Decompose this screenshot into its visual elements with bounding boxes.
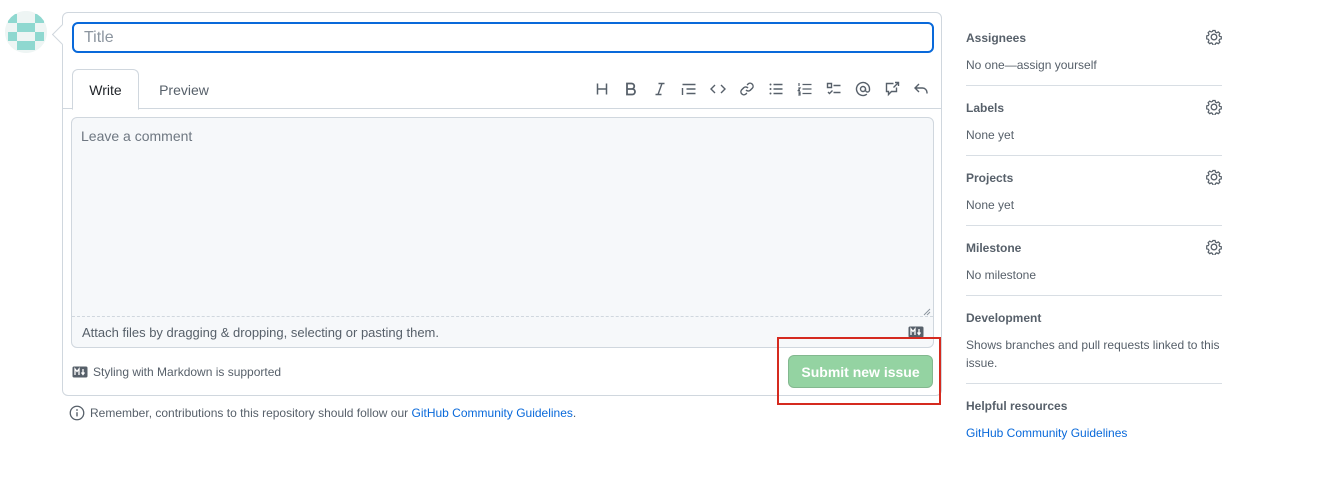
ordered-list-icon[interactable] [790,77,819,101]
gear-icon[interactable] [1206,169,1222,185]
avatar[interactable] [5,11,47,53]
guideline-suffix: . [572,406,577,420]
sidebar-labels: Labels None yet [966,86,1222,156]
submit-new-issue-button[interactable]: Submit new issue [788,355,933,388]
quote-icon[interactable] [674,77,703,101]
title-input[interactable] [72,22,934,53]
sidebar-projects: Projects None yet [966,156,1222,226]
issue-sidebar: Assignees No one—assign yourself Labels … [966,26,1222,453]
gear-icon[interactable] [1206,99,1222,115]
comment-box: Attach files by dragging & dropping, sel… [71,117,934,348]
tab-write[interactable]: Write [72,69,139,110]
code-icon[interactable] [703,77,732,101]
sidebar-development: Development Shows branches and pull requ… [966,296,1222,384]
markdown-toolbar [587,77,935,101]
milestone-value: No milestone [966,268,1037,282]
markdown-note-text: Styling with Markdown is supported [93,365,282,379]
assignees-value[interactable]: No one—assign yourself [966,56,1222,74]
heading-icon[interactable] [587,77,616,101]
task-list-icon[interactable] [819,77,848,101]
attach-files-text: Attach files by dragging & dropping, sel… [82,325,439,340]
unordered-list-icon[interactable] [761,77,790,101]
markdown-support-note[interactable]: Styling with Markdown is supported [72,365,281,379]
sidebar-helpful-resources: Helpful resources GitHub Community Guide… [966,384,1222,453]
community-guidelines-link[interactable]: GitHub Community Guidelines [412,406,573,420]
development-value: Shows branches and pull requests linked … [966,338,1220,370]
assignees-heading[interactable]: Assignees [966,30,1222,46]
guideline-note: Remember, contributions to this reposito… [69,405,576,421]
resize-handle-icon[interactable] [921,306,931,316]
editor-tabs: Write Preview [63,69,941,110]
markdown-icon [908,326,924,338]
guideline-text: Remember, contributions to this reposito… [90,406,412,420]
comment-textarea[interactable] [72,118,933,316]
reply-icon[interactable] [906,77,935,101]
bold-icon[interactable] [616,77,645,101]
projects-value: None yet [966,198,1015,212]
markdown-icon [72,366,88,378]
gear-icon[interactable] [1206,239,1222,255]
mention-icon[interactable] [848,77,877,101]
info-icon [69,405,85,421]
link-icon[interactable] [732,77,761,101]
labels-value: None yet [966,128,1015,142]
issue-composer: Write Preview [62,12,942,396]
cross-reference-icon[interactable] [877,77,906,101]
sidebar-assignees: Assignees No one—assign yourself [966,26,1222,86]
sidebar-community-guidelines-link[interactable]: GitHub Community Guidelines [966,426,1127,440]
tab-preview[interactable]: Preview [149,69,219,110]
development-heading: Development [966,311,1042,325]
labels-heading[interactable]: Labels [966,100,1222,116]
milestone-heading[interactable]: Milestone [966,240,1222,256]
gear-icon[interactable] [1206,29,1222,45]
italic-icon[interactable] [645,77,674,101]
sidebar-milestone: Milestone No milestone [966,226,1222,296]
projects-heading[interactable]: Projects [966,170,1222,186]
attach-files-bar[interactable]: Attach files by dragging & dropping, sel… [72,316,933,347]
helpful-resources-heading: Helpful resources [966,399,1068,413]
